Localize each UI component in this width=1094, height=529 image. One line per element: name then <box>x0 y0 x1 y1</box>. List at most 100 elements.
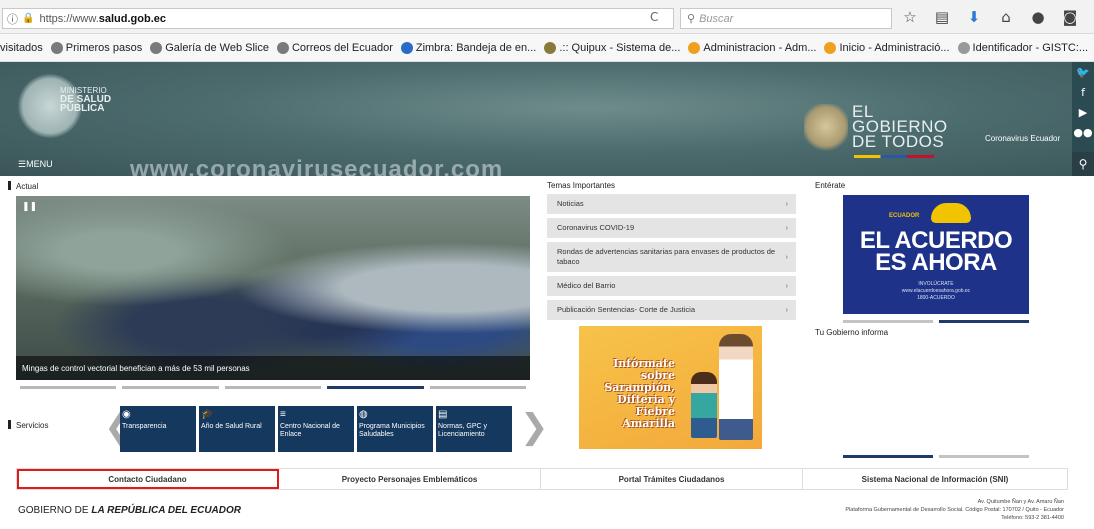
tema-item[interactable]: Coronavirus COVID-19 › <box>547 218 796 238</box>
servicio-label: Año de Salud Rural <box>201 423 262 430</box>
section-servicios: Servicios <box>8 420 48 430</box>
bookmark-item[interactable]: Inicio - Administració... <box>824 41 950 54</box>
acuerdo-tag: ECUADOR <box>889 213 920 219</box>
servicio-tile[interactable]: ▤ Normas, GPC y Licenciamiento <box>436 406 512 452</box>
pocket-icon[interactable]: ◙ <box>1060 8 1080 26</box>
tema-label: Coronavirus COVID-19 <box>557 223 635 232</box>
vacuna-text: Infórmate sobre Sarampión, Difteria y Fi… <box>587 358 675 430</box>
section-gobierno-informa: Tu Gobierno informa <box>815 328 889 337</box>
document-icon: ▤ <box>438 409 448 420</box>
slide-indicator-active[interactable] <box>939 320 1029 323</box>
lock-icon: 🔒 <box>22 13 35 24</box>
acuerdo-banner[interactable]: ECUADOR EL ACUERDO ES AHORA INVOLÚCRATE … <box>843 195 1029 314</box>
gobierno-l3: DE TODOS <box>852 132 945 151</box>
bookmark-icon <box>688 41 701 54</box>
acuerdo-small: INVOLÚCRATE www.elacuerdoesahora.gob.ec … <box>843 281 1029 302</box>
hero-slider[interactable]: ❚❚ Mingas de control vectorial beneficia… <box>16 196 530 380</box>
slide-indicator[interactable] <box>327 386 424 389</box>
servicio-tile[interactable]: ◉ Transparencia <box>120 406 196 452</box>
tema-item[interactable]: Médico del Barrio › <box>547 276 796 296</box>
watermark-text: www.coronavirusecuador.com <box>130 156 504 176</box>
child-illustration <box>691 372 717 438</box>
bookmark-item[interactable]: Identificador - GISTC:... <box>957 41 1088 54</box>
list-icon: ≡ <box>280 409 286 420</box>
bookmark-item[interactable]: Correos del Ecuador <box>276 41 393 54</box>
flickr-icon[interactable]: ●● <box>1072 124 1094 142</box>
coronavirus-ecuador-link[interactable]: Coronavirus Ecuador <box>985 134 1060 143</box>
download-icon[interactable]: ⬇ <box>964 8 984 26</box>
bookmark-item[interactable]: visitados <box>0 42 43 54</box>
site-search-icon[interactable]: ⚲ <box>1072 152 1094 176</box>
servicio-tile[interactable]: 🎓 Año de Salud Rural <box>199 406 275 452</box>
reading-list-icon[interactable]: ▤ <box>932 8 952 26</box>
site-header: MINISTERIO DE SALUD PÚBLICA EL GOBIERNO … <box>0 62 1072 176</box>
informa-slide-indicators <box>843 455 1029 458</box>
facebook-icon[interactable]: f <box>1072 84 1094 102</box>
reload-icon[interactable]: C <box>650 10 658 24</box>
menu-button[interactable]: ☰MENU <box>18 159 53 170</box>
tema-item[interactable]: Publicación Sentencias- Corte de Justici… <box>547 300 796 320</box>
info-icon[interactable]: ⓘ <box>7 11 18 27</box>
hero-photo <box>16 196 530 380</box>
slide-indicator[interactable] <box>939 455 1029 458</box>
chevron-right-icon: › <box>785 223 789 232</box>
youtube-icon[interactable]: ▶ <box>1072 104 1094 122</box>
slide-indicator[interactable] <box>429 386 527 389</box>
home-icon[interactable]: ⌂ <box>996 8 1016 26</box>
bookmark-icon <box>150 41 163 54</box>
bookmark-item[interactable]: Primeros pasos <box>50 41 142 54</box>
tema-label: Noticias <box>557 199 584 208</box>
twitter-icon[interactable]: 🐦 <box>1072 64 1094 82</box>
servicio-label: Centro Nacional de Enlace <box>280 423 340 438</box>
pause-icon[interactable]: ❚❚ <box>22 202 37 212</box>
tema-item[interactable]: Noticias › <box>547 194 796 214</box>
tab-link[interactable]: Contacto Ciudadano <box>17 469 279 489</box>
tab-link[interactable]: Proyecto Personajes Emblemáticos <box>279 469 541 489</box>
browser-search-input[interactable]: ⚲ Buscar <box>680 8 892 29</box>
servicio-tile[interactable]: ◍ Programa Municipios Saludables <box>357 406 433 452</box>
url-domain: salud.gob.ec <box>98 12 166 25</box>
slide-indicator-active[interactable] <box>843 455 933 458</box>
servicio-label: Programa Municipios Saludables <box>359 423 425 438</box>
slide-indicator[interactable] <box>20 386 117 389</box>
tema-label: Médico del Barrio <box>557 281 616 290</box>
servicios-prev-arrow[interactable]: ❮ <box>104 404 133 450</box>
bookmark-item[interactable]: .:: Quipux - Sistema de... <box>544 41 680 54</box>
social-rail: 🐦 f ▶ ●● ⚲ <box>1072 62 1094 529</box>
bookmark-item[interactable]: Zimbra: Bandeja de en... <box>400 41 537 54</box>
slide-indicator[interactable] <box>122 386 219 389</box>
url-protocol: https://www. <box>39 12 99 25</box>
bookmark-label: Galería de Web Slice <box>165 41 269 54</box>
servicio-tile[interactable]: ≡ Centro Nacional de Enlace <box>278 406 354 452</box>
vacuna-l1: Infórmate sobre <box>613 357 675 382</box>
servicio-label: Normas, GPC y Licenciamiento <box>438 423 488 438</box>
ministerio-logo[interactable]: MINISTERIO DE SALUD PÚBLICA <box>60 86 111 114</box>
hero-caption[interactable]: Mingas de control vectorial benefician a… <box>16 356 530 380</box>
address-bar[interactable]: ⓘ 🔒 https://www. salud.gob.ec <box>2 8 674 29</box>
coat-of-arms-icon <box>804 104 848 154</box>
bookmark-label: Zimbra: Bandeja de en... <box>415 41 537 54</box>
chevron-right-icon: › <box>785 305 789 314</box>
vacunacion-banner[interactable]: Infórmate sobre Sarampión, Difteria y Fi… <box>579 326 762 449</box>
slide-indicator[interactable] <box>224 386 322 389</box>
bookmark-icon <box>544 41 557 54</box>
bookmark-item[interactable]: Administracion - Adm... <box>688 41 816 54</box>
tema-label: Rondas de advertencias sanitarias para e… <box>557 247 776 266</box>
chevron-right-icon: › <box>785 199 789 208</box>
section-mark <box>8 181 11 190</box>
tab-link[interactable]: Sistema Nacional de Información (SNI) <box>803 469 1067 489</box>
flag-stripe <box>854 155 934 158</box>
star-icon[interactable]: ☆ <box>900 8 920 26</box>
menu-icon: ☰ <box>18 159 27 169</box>
chat-icon[interactable]: ● <box>1028 8 1048 26</box>
acuerdo-small3: 1800-ACUERDO <box>917 295 955 301</box>
chevron-right-icon: › <box>785 281 789 290</box>
tab-link[interactable]: Portal Trámites Ciudadanos <box>541 469 803 489</box>
tema-item[interactable]: Rondas de advertencias sanitarias para e… <box>547 242 796 272</box>
servicios-next-arrow[interactable]: ❯ <box>520 404 549 450</box>
footer-addr1: Av. Quitumbe Ñan y Av. Amaru Ñan <box>977 499 1064 505</box>
slide-indicator[interactable] <box>843 320 933 323</box>
section-actual: Actual <box>8 181 38 191</box>
bookmark-item[interactable]: Galería de Web Slice <box>150 41 269 54</box>
acuerdo-slide-indicators <box>843 320 1029 323</box>
